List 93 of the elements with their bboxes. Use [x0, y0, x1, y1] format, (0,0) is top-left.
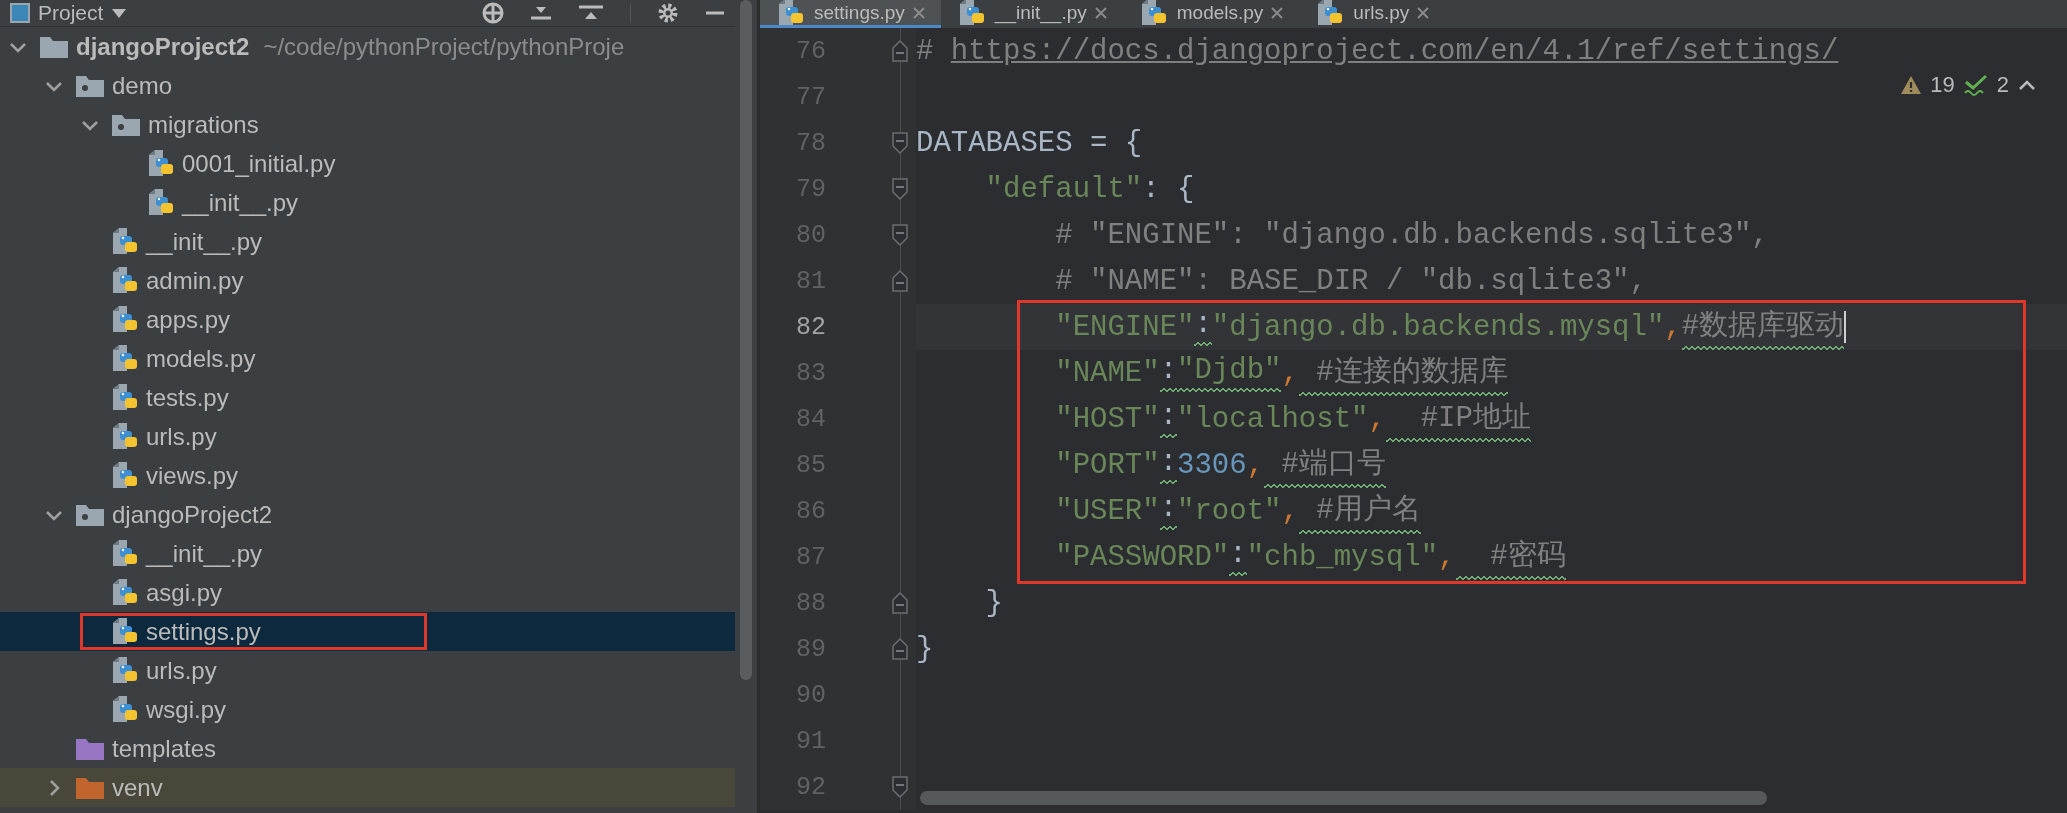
tree-item[interactable]: templates: [112, 734, 217, 763]
tree-item[interactable]: wsgi.py: [146, 695, 227, 724]
code-token: ,: [1281, 494, 1299, 528]
python-file-icon: [110, 577, 140, 608]
warning-count[interactable]: 19: [1930, 72, 1955, 98]
tree-item[interactable]: migrations: [148, 110, 259, 139]
code-token: "chb_mysql": [1246, 540, 1439, 574]
python-file-icon: [110, 382, 140, 413]
fold-icon[interactable]: [892, 776, 908, 798]
scrollbar-thumb[interactable]: [740, 0, 752, 680]
panel-title[interactable]: Project: [38, 1, 104, 25]
code-token: : {: [1142, 172, 1195, 206]
target-icon[interactable]: [482, 2, 504, 24]
python-file-icon: [110, 226, 140, 257]
code-token: "localhost": [1177, 402, 1369, 436]
tree-item[interactable]: models.py: [146, 344, 256, 373]
python-file-icon: [110, 616, 140, 647]
project-path: ~/code/pythonProject/pythonProje: [263, 32, 625, 61]
project-icon: [10, 3, 30, 23]
fold-icon[interactable]: [892, 224, 908, 246]
tree-item[interactable]: __init__.py: [182, 188, 299, 217]
close-icon[interactable]: [912, 6, 925, 19]
code-comment: # "ENGINE": "django.db.backends.sqlite3",: [1054, 218, 1769, 252]
warning-icon[interactable]: [1900, 75, 1923, 95]
code-token: ,: [1246, 448, 1265, 482]
tree-item[interactable]: admin.py: [146, 266, 244, 295]
tree-item[interactable]: apps.py: [146, 305, 231, 334]
fold-icon[interactable]: [892, 638, 908, 660]
editor-tab[interactable]: models.py: [1122, 0, 1300, 28]
code-token: DATABASES = {: [916, 126, 1143, 160]
tree-item[interactable]: views.py: [146, 461, 239, 490]
python-file-icon: [110, 421, 140, 452]
code-token: "root": [1177, 494, 1282, 528]
tree-item[interactable]: 0001_initial.py: [182, 149, 336, 178]
text-cursor: [1844, 311, 1847, 343]
close-icon[interactable]: [1271, 6, 1284, 19]
code-token: ,: [1368, 402, 1386, 436]
tree-item[interactable]: __init__.py: [146, 539, 263, 568]
code-token: "NAME": [1054, 356, 1160, 390]
code-token: "default": [984, 172, 1143, 206]
python-file-icon: [110, 538, 140, 569]
tree-item[interactable]: venv: [112, 773, 163, 802]
code-token: "django.db.backends.mysql": [1211, 310, 1665, 344]
typo-count[interactable]: 2: [1996, 72, 2009, 98]
code-token: "Djdb": [1177, 354, 1282, 392]
code-token: "ENGINE": [1054, 310, 1195, 344]
python-file-icon: [110, 304, 140, 335]
code-token: ,: [1281, 356, 1299, 390]
code-token: "HOST": [1054, 402, 1160, 436]
code-token: "PASSWORD": [1054, 540, 1230, 574]
close-icon[interactable]: [1417, 6, 1430, 19]
code-token: ,: [1438, 540, 1456, 574]
editor-tab[interactable]: settings.py: [760, 0, 941, 28]
code-token: ,: [1664, 310, 1682, 344]
fold-icon[interactable]: [892, 270, 908, 292]
fold-icon[interactable]: [892, 178, 908, 200]
tree-item[interactable]: urls.py: [146, 656, 217, 685]
tree-item[interactable]: urls.py: [146, 422, 217, 451]
python-file-icon: [776, 0, 806, 28]
code-token: }: [916, 632, 934, 666]
editor-tab[interactable]: __init__.py: [940, 0, 1123, 28]
python-file-icon: [146, 148, 176, 179]
editor-tab[interactable]: urls.py: [1299, 0, 1446, 28]
python-file-icon: [110, 460, 140, 491]
python-file-icon: [146, 187, 176, 218]
code-token: }: [984, 586, 1003, 620]
python-file-icon: [110, 265, 140, 296]
line-number: 82: [795, 312, 826, 342]
code-link[interactable]: https://docs.djangoproject.com/en/4.1/ref/settings/: [950, 34, 1839, 68]
code-token: "PORT": [1054, 448, 1160, 482]
close-icon[interactable]: [1094, 6, 1107, 19]
python-file-icon: [110, 655, 140, 686]
python-file-icon: [110, 343, 140, 374]
tree-item[interactable]: demo: [112, 71, 173, 100]
tree-item[interactable]: asgi.py: [146, 578, 223, 607]
chevron-up-icon[interactable]: [2017, 78, 2037, 92]
tree-item[interactable]: djangoProject2: [112, 500, 273, 529]
settings-icon[interactable]: [657, 2, 679, 24]
code-token: 3306: [1177, 448, 1247, 482]
fold-icon[interactable]: [892, 132, 908, 154]
scrollbar-thumb[interactable]: [920, 791, 1767, 805]
code-token: "USER": [1054, 494, 1160, 528]
code-comment: # "NAME": BASE_DIR / "db.sqlite3",: [1054, 264, 1647, 298]
tree-item[interactable]: __init__.py: [146, 227, 263, 256]
code-comment: #: [916, 34, 935, 68]
tree-item[interactable]: tests.py: [146, 383, 229, 412]
tree-item[interactable]: djangoProject2: [76, 32, 250, 61]
tree-item[interactable]: settings.py: [146, 617, 261, 646]
python-file-icon: [110, 694, 140, 725]
fold-icon[interactable]: [892, 40, 908, 62]
check-icon[interactable]: [1962, 74, 1989, 96]
caret-icon[interactable]: [111, 7, 128, 19]
fold-icon[interactable]: [892, 592, 908, 614]
